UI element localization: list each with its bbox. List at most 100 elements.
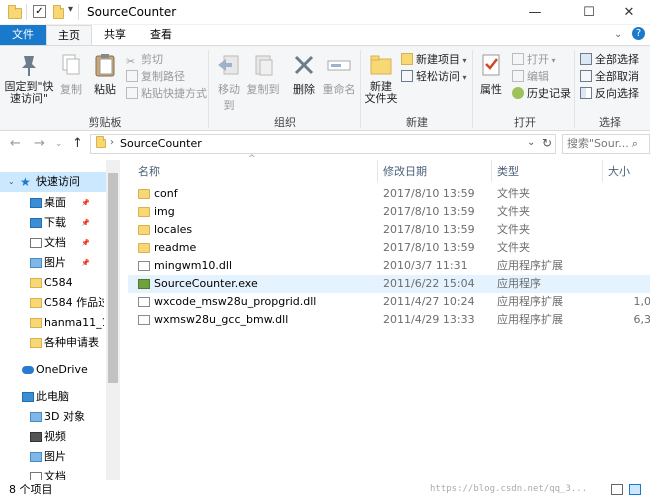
nav-item[interactable]: 桌面 📌 [0, 193, 104, 213]
tab-home[interactable]: 主页 [46, 25, 92, 45]
nav-item[interactable]: 各种申请表 [0, 333, 104, 353]
nav-item[interactable]: C584 作品过程 [0, 293, 104, 313]
file-name: mingwm10.dll [154, 259, 233, 272]
search-input[interactable]: 搜索"Sour... ⌕ [562, 134, 650, 154]
new-folder-icon[interactable] [53, 5, 64, 19]
file-row[interactable]: locales 2017/8/10 13:59 文件夹 [128, 221, 650, 239]
file-row[interactable]: wxcode_msw28u_propgrid.dll 2011/4/27 10:2… [128, 293, 650, 311]
customize-quick-access-icon[interactable]: ▾ [68, 4, 73, 15]
address-bar[interactable]: › SourceCounter ⌄ ↻ [90, 134, 556, 154]
move-to-button[interactable]: 移动到 [213, 52, 245, 113]
file-row[interactable]: readme 2017/8/10 13:59 文件夹 [128, 239, 650, 257]
back-arrow-icon[interactable]: ← [10, 136, 21, 151]
nav-item[interactable]: 下载 📌 [0, 213, 104, 233]
tab-view[interactable]: 查看 [138, 25, 184, 45]
file-row[interactable]: conf 2017/8/10 13:59 文件夹 [128, 185, 650, 203]
computer-icon [22, 392, 34, 402]
clipboard-icon [92, 52, 118, 78]
folder-icon [30, 338, 42, 348]
rename-button[interactable]: 重命名 [322, 52, 356, 97]
edit-button[interactable]: 编辑 [512, 69, 549, 85]
chevron-right-icon[interactable]: › [110, 137, 114, 148]
dropdown-icon: ▾ [460, 73, 467, 82]
edit-icon [512, 70, 524, 82]
up-arrow-icon[interactable]: ↑ [72, 136, 83, 151]
file-row[interactable]: SourceCounter.exe 2011/6/22 15:04 应用程序 5 [128, 275, 650, 293]
nav-quick-access[interactable]: ⌄ ★ 快速访问 [0, 172, 118, 192]
new-folder-button[interactable]: 新建 文件夹 [364, 52, 398, 105]
nav-item[interactable]: 此电脑 [0, 387, 104, 407]
ribbon-tabs: 文件 主页 共享 查看 ⌄ ? [0, 25, 650, 45]
column-type[interactable]: 类型 [497, 163, 519, 179]
scissors-icon: ✂ [126, 55, 136, 68]
history-button[interactable]: 历史记录 [512, 86, 571, 102]
divider [208, 50, 209, 128]
file-row[interactable]: wxmsw28u_gcc_bmw.dll 2011/4/29 13:33 应用程序扩… [128, 311, 650, 329]
select-none-button[interactable]: 全部取消 [580, 69, 639, 85]
nav-scrollbar-thumb[interactable] [108, 173, 118, 383]
forward-arrow-icon[interactable]: → [34, 136, 45, 151]
history-label: 历史记录 [527, 87, 571, 100]
invert-selection-button[interactable]: 反向选择 [580, 86, 639, 102]
copy-to-label: 复制到 [246, 83, 280, 96]
file-row[interactable]: img 2017/8/10 13:59 文件夹 [128, 203, 650, 221]
divider [472, 50, 473, 128]
address-dropdown-icon[interactable]: ⌄ [527, 137, 535, 148]
refresh-icon[interactable]: ↻ [542, 136, 552, 150]
paste-shortcut-button[interactable]: 粘贴快捷方式 [126, 86, 207, 102]
column-date[interactable]: 修改日期 [383, 163, 427, 179]
nav-item[interactable]: 文档 📌 [0, 233, 104, 253]
copy-path-button[interactable]: 复制路径 [126, 69, 185, 85]
documents-icon [30, 238, 42, 248]
copy-button[interactable]: 复制 [57, 52, 85, 97]
breadcrumb-current[interactable]: SourceCounter [120, 137, 202, 150]
edit-label: 编辑 [527, 70, 549, 83]
properties-button[interactable]: 属性 [476, 52, 506, 97]
title-bar: ✓ ▾ SourceCounter — ☐ ✕ [0, 0, 650, 25]
group-label-clipboard: 剪贴板 [88, 116, 122, 129]
divider [78, 4, 79, 20]
file-type: 文件夹 [497, 223, 530, 236]
watermark-text: https://blog.csdn.net/qq_3... [430, 484, 588, 494]
new-item-button[interactable]: 新建项目 ▾ [401, 52, 467, 68]
chevron-down-icon[interactable]: ⌄ [8, 172, 15, 192]
select-all-button[interactable]: 全部选择 [580, 52, 639, 68]
details-view-icon[interactable] [611, 484, 623, 495]
nav-item[interactable]: 视频 [0, 427, 104, 447]
column-name[interactable]: 名称 [138, 163, 160, 179]
nav-item[interactable]: 3D 对象 [0, 407, 104, 427]
cut-button[interactable]: ✂ 剪切 [126, 52, 163, 68]
recent-locations-icon[interactable]: ⌄ [55, 139, 63, 149]
copy-to-button[interactable]: 复制到 [246, 52, 280, 97]
tab-file[interactable]: 文件 [0, 25, 46, 45]
large-icons-view-icon[interactable] [629, 484, 641, 495]
nav-item[interactable]: 图片 📌 [0, 253, 104, 273]
expand-ribbon-icon[interactable]: ⌄ [614, 29, 622, 40]
checkbox-icon[interactable]: ✓ [33, 5, 46, 18]
nav-item[interactable]: OneDrive [0, 360, 104, 380]
properties-label: 属性 [480, 83, 502, 96]
rename-label: 重命名 [322, 83, 356, 96]
column-size[interactable]: 大小 [608, 163, 630, 179]
pin-quick-access-button[interactable]: 固定到"快 速访问" [4, 52, 54, 105]
copy-label: 复制 [60, 83, 82, 96]
close-button[interactable]: ✕ [606, 0, 650, 25]
copy-to-icon [250, 52, 276, 78]
paste-button[interactable]: 粘贴 [90, 52, 120, 97]
easy-access-button[interactable]: 轻松访问 ▾ [401, 69, 467, 85]
open-button[interactable]: 打开 ▾ [512, 52, 556, 68]
search-placeholder: 搜索"Sour... [567, 137, 629, 150]
file-type: 应用程序扩展 [497, 295, 563, 308]
file-row[interactable]: mingwm10.dll 2010/3/7 11:31 应用程序扩展 2 [128, 257, 650, 275]
nav-item[interactable]: hanma11_1_0 [0, 313, 104, 333]
tab-share[interactable]: 共享 [92, 25, 138, 45]
minimize-button[interactable]: — [512, 0, 558, 25]
nav-item[interactable]: 图片 [0, 447, 104, 467]
nav-item[interactable]: C584 [0, 273, 104, 293]
help-icon[interactable]: ? [632, 27, 645, 40]
file-size: 1,07 [633, 295, 650, 308]
exe-icon [138, 279, 150, 289]
delete-button[interactable]: 删除 [289, 52, 319, 97]
pictures-icon [30, 452, 42, 462]
file-date: 2017/8/10 13:59 [383, 187, 475, 200]
